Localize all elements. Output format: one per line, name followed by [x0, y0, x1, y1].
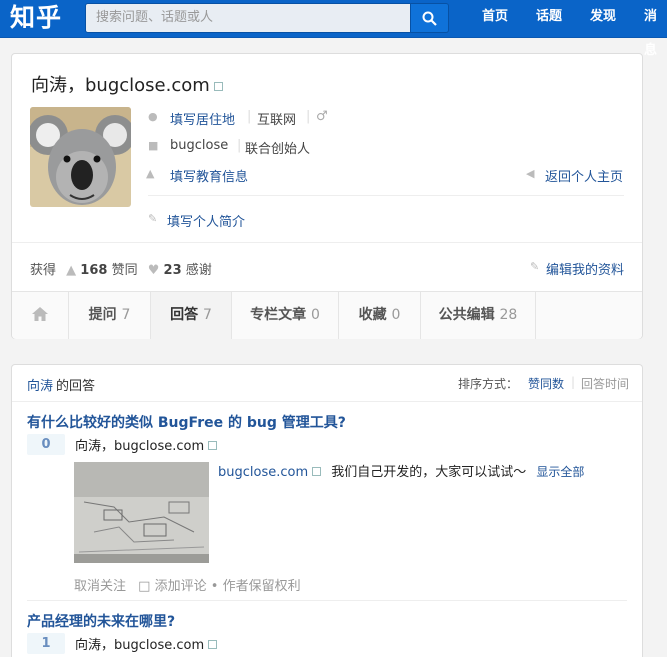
koala-avatar-image	[30, 107, 131, 207]
tab-home[interactable]	[12, 292, 69, 339]
separator: |	[306, 109, 311, 124]
divider	[148, 195, 624, 196]
show-all-link[interactable]: 显示全部	[536, 465, 584, 479]
separator: |	[237, 138, 242, 153]
tab-count: 28	[499, 307, 518, 323]
whiteboard-sketch-image	[74, 462, 209, 563]
profile-name: 向涛，bugclose.com	[31, 71, 223, 97]
company-text: bugclose	[170, 138, 229, 153]
profile-card: 向涛，bugclose.com ● 填写居住地 | 互联网 | ♂ ■ bugc…	[11, 53, 643, 339]
answers-owner-link[interactable]: 向涛	[27, 375, 53, 394]
vote-count[interactable]: 0	[27, 434, 65, 455]
tab-answers[interactable]: 回答 7	[151, 292, 232, 339]
tab-count: 0	[391, 307, 401, 323]
thanks-count: 23	[163, 263, 182, 278]
heart-icon: ♥	[147, 263, 160, 278]
tab-columns[interactable]: 专栏文章 0	[232, 292, 339, 339]
tab-label: 公共编辑	[438, 307, 495, 323]
graduation-cap-icon: ▲	[146, 167, 155, 180]
add-comment-button[interactable]: 添加评论	[155, 579, 207, 594]
male-icon: ♂	[316, 109, 328, 124]
vote-count[interactable]: 1	[27, 633, 65, 654]
pencil-icon: ✎	[530, 260, 540, 273]
divider	[12, 242, 642, 243]
stats-prefix: 获得	[30, 263, 57, 278]
answer-actions: 取消关注 □ 添加评论 • 作者保留权利	[74, 575, 301, 594]
author-name[interactable]: 向涛，bugclose.com	[75, 439, 204, 454]
thumbs-up-icon: ▲	[66, 263, 77, 278]
external-link[interactable]: bugclose.com	[218, 465, 308, 480]
external-link-icon[interactable]	[208, 640, 218, 649]
fill-education-link[interactable]: 填写教育信息	[170, 166, 248, 185]
agree-label: 赞同	[111, 263, 138, 278]
nav-discover[interactable]: 发现	[590, 0, 616, 36]
separator: |	[571, 375, 576, 389]
home-icon	[32, 307, 48, 321]
separator: |	[247, 109, 252, 124]
answers-header: 向涛 的回答 排序方式： 赞同数 | 回答时间	[12, 365, 642, 402]
profile-tabs: 提问 7 回答 7 专栏文章 0 收藏 0 公共编辑 28	[12, 291, 642, 339]
back-arrow-icon: ◀	[526, 167, 535, 180]
tab-label: 收藏	[358, 307, 387, 323]
tab-count: 7	[121, 307, 131, 323]
tab-label: 回答	[170, 307, 199, 323]
unfollow-button[interactable]: 取消关注	[74, 579, 126, 594]
avatar[interactable]	[30, 107, 131, 207]
excerpt-text: 我们自己开发的，大家可以试试～	[331, 465, 527, 480]
answer-author: 向涛，bugclose.com	[75, 435, 218, 454]
fill-bio-link[interactable]: 填写个人简介	[167, 211, 245, 230]
question-title-link[interactable]: 有什么比较好的类似 BugFree 的 bug 管理工具?	[27, 412, 346, 432]
briefcase-icon: ■	[148, 139, 159, 152]
pencil-icon: ✎	[148, 212, 158, 225]
tab-questions[interactable]: 提问 7	[69, 292, 151, 339]
external-link-icon[interactable]	[312, 467, 322, 476]
external-link-icon[interactable]	[213, 82, 223, 91]
answers-card: 向涛 的回答 排序方式： 赞同数 | 回答时间 有什么比较好的类似 BugFre…	[11, 364, 643, 657]
nav-home[interactable]: 首页	[482, 0, 508, 36]
author-name[interactable]: 向涛，bugclose.com	[75, 638, 204, 653]
answers-title: 的回答	[56, 379, 96, 394]
thanks-label: 感谢	[185, 263, 212, 278]
search-button[interactable]	[411, 3, 449, 33]
copyright-text: 作者保留权利	[222, 579, 301, 594]
edit-profile-link[interactable]: 编辑我的资料	[546, 259, 624, 278]
nav-messages[interactable]: 消息	[644, 0, 667, 58]
tab-count: 0	[310, 307, 320, 323]
sort-by-time[interactable]: 回答时间	[581, 375, 629, 392]
location-icon: ●	[148, 110, 158, 123]
search-icon	[422, 11, 437, 26]
industry-text: 互联网	[257, 113, 297, 128]
profile-name-text: 向涛，bugclose.com	[31, 75, 210, 96]
back-to-home-link[interactable]: 返回个人主页	[545, 166, 623, 185]
position-text: 联合创始人	[245, 142, 311, 157]
fill-location-link[interactable]: 填写居住地	[170, 109, 235, 128]
divider	[27, 600, 627, 601]
tab-collections[interactable]: 收藏 0	[339, 292, 421, 339]
comment-icon: □	[138, 579, 151, 594]
search-input[interactable]: 搜索问题、话题或人	[85, 3, 411, 33]
top-navigation-bar: 知乎 搜索问题、话题或人 首页 话题 发现 消息	[0, 0, 667, 58]
agree-count: 168	[80, 263, 108, 278]
answer-thumbnail[interactable]	[74, 462, 209, 563]
tab-label: 提问	[88, 307, 117, 323]
answer-author: 向涛，bugclose.com	[75, 634, 218, 653]
tab-label: 专栏文章	[250, 307, 307, 323]
nav-topics[interactable]: 话题	[536, 0, 562, 36]
sort-by-votes[interactable]: 赞同数	[528, 375, 564, 392]
stats-row: 获得 ▲ 168 赞同 ♥ 23 感谢	[30, 259, 212, 278]
tab-count: 7	[202, 307, 212, 323]
zhihu-logo[interactable]: 知乎	[10, 2, 62, 34]
external-link-icon[interactable]	[208, 441, 218, 450]
sort-label: 排序方式：	[458, 377, 519, 391]
tab-public-edits[interactable]: 公共编辑 28	[421, 292, 536, 339]
dot-separator: •	[210, 579, 219, 594]
answer-excerpt: bugclose.com 我们自己开发的，大家可以试试～ 显示全部	[218, 461, 584, 480]
question-title-link[interactable]: 产品经理的未来在哪里?	[27, 611, 175, 631]
